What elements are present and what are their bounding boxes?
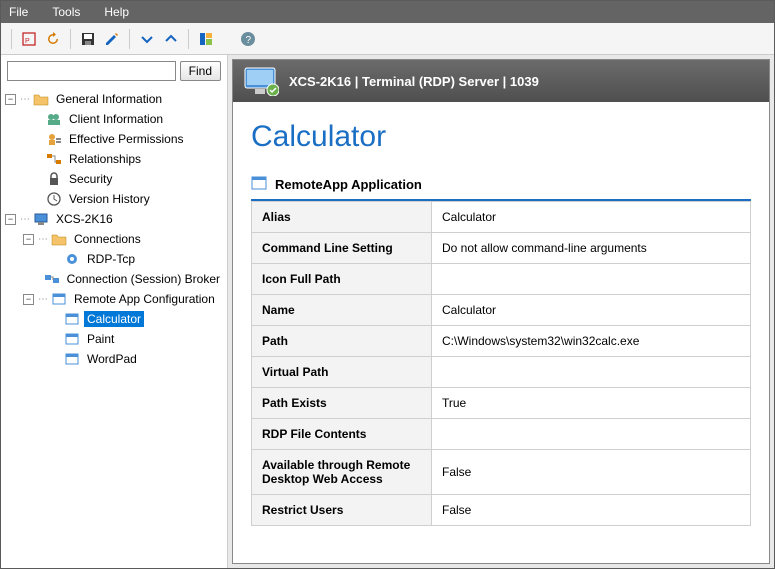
collapse-icon[interactable]: [138, 30, 156, 48]
svg-text:P: P: [25, 38, 30, 45]
content: XCS-2K16 | Terminal (RDP) Server | 1039 …: [228, 55, 774, 568]
panel-header: XCS-2K16 | Terminal (RDP) Server | 1039: [233, 60, 769, 102]
edit-icon[interactable]: [103, 30, 121, 48]
monitor-icon: [243, 66, 279, 96]
table-row: RDP File Contents: [252, 419, 751, 450]
panel-title: XCS-2K16 | Terminal (RDP) Server | 1039: [289, 74, 539, 89]
tree-version-history[interactable]: Version History: [5, 189, 223, 209]
layout-icon[interactable]: [197, 30, 215, 48]
table-row: Command Line SettingDo not allow command…: [252, 233, 751, 264]
app-icon: [251, 176, 267, 193]
page-title: Calculator: [251, 120, 751, 154]
pdf-icon[interactable]: P: [20, 30, 38, 48]
tree-session-broker[interactable]: Connection (Session) Broker: [5, 269, 223, 289]
search-input[interactable]: [7, 61, 176, 81]
tree-connections[interactable]: −⋯Connections: [5, 229, 223, 249]
tree-security[interactable]: Security: [5, 169, 223, 189]
menu-tools[interactable]: Tools: [52, 5, 80, 19]
table-row: PathC:\Windows\system32\win32calc.exe: [252, 326, 751, 357]
refresh-icon[interactable]: [44, 30, 62, 48]
tree-relationships[interactable]: Relationships: [5, 149, 223, 169]
help-icon[interactable]: ?: [239, 30, 257, 48]
save-icon[interactable]: [79, 30, 97, 48]
menubar: File Tools Help: [1, 1, 774, 23]
table-row: Path ExistsTrue: [252, 388, 751, 419]
tree-server[interactable]: −⋯XCS-2K16: [5, 209, 223, 229]
table-row: Icon Full Path: [252, 264, 751, 295]
table-row: NameCalculator: [252, 295, 751, 326]
table-row: Virtual Path: [252, 357, 751, 388]
tree-general-info[interactable]: −⋯General Information: [5, 89, 223, 109]
tree-eff-perm[interactable]: Effective Permissions: [5, 129, 223, 149]
tree-rdptcp[interactable]: RDP-Tcp: [5, 249, 223, 269]
tree-remoteapp[interactable]: −⋯Remote App Configuration: [5, 289, 223, 309]
expand-icon[interactable]: [162, 30, 180, 48]
svg-text:?: ?: [246, 35, 252, 46]
table-row: AliasCalculator: [252, 202, 751, 233]
toolbar: P ?: [1, 23, 774, 55]
menu-file[interactable]: File: [9, 5, 28, 19]
tree: −⋯General Information Client Information…: [1, 87, 227, 568]
tree-wordpad[interactable]: WordPad: [5, 349, 223, 369]
sidebar: Find −⋯General Information Client Inform…: [1, 55, 228, 568]
tree-paint[interactable]: Paint: [5, 329, 223, 349]
tree-calculator[interactable]: Calculator: [5, 309, 223, 329]
tree-client-info[interactable]: Client Information: [5, 109, 223, 129]
table-row: Restrict UsersFalse: [252, 495, 751, 526]
table-row: Available through Remote Desktop Web Acc…: [252, 450, 751, 495]
menu-help[interactable]: Help: [104, 5, 129, 19]
section-header: RemoteApp Application: [251, 172, 751, 197]
find-button[interactable]: Find: [180, 61, 221, 81]
properties-table: AliasCalculator Command Line SettingDo n…: [251, 201, 751, 526]
